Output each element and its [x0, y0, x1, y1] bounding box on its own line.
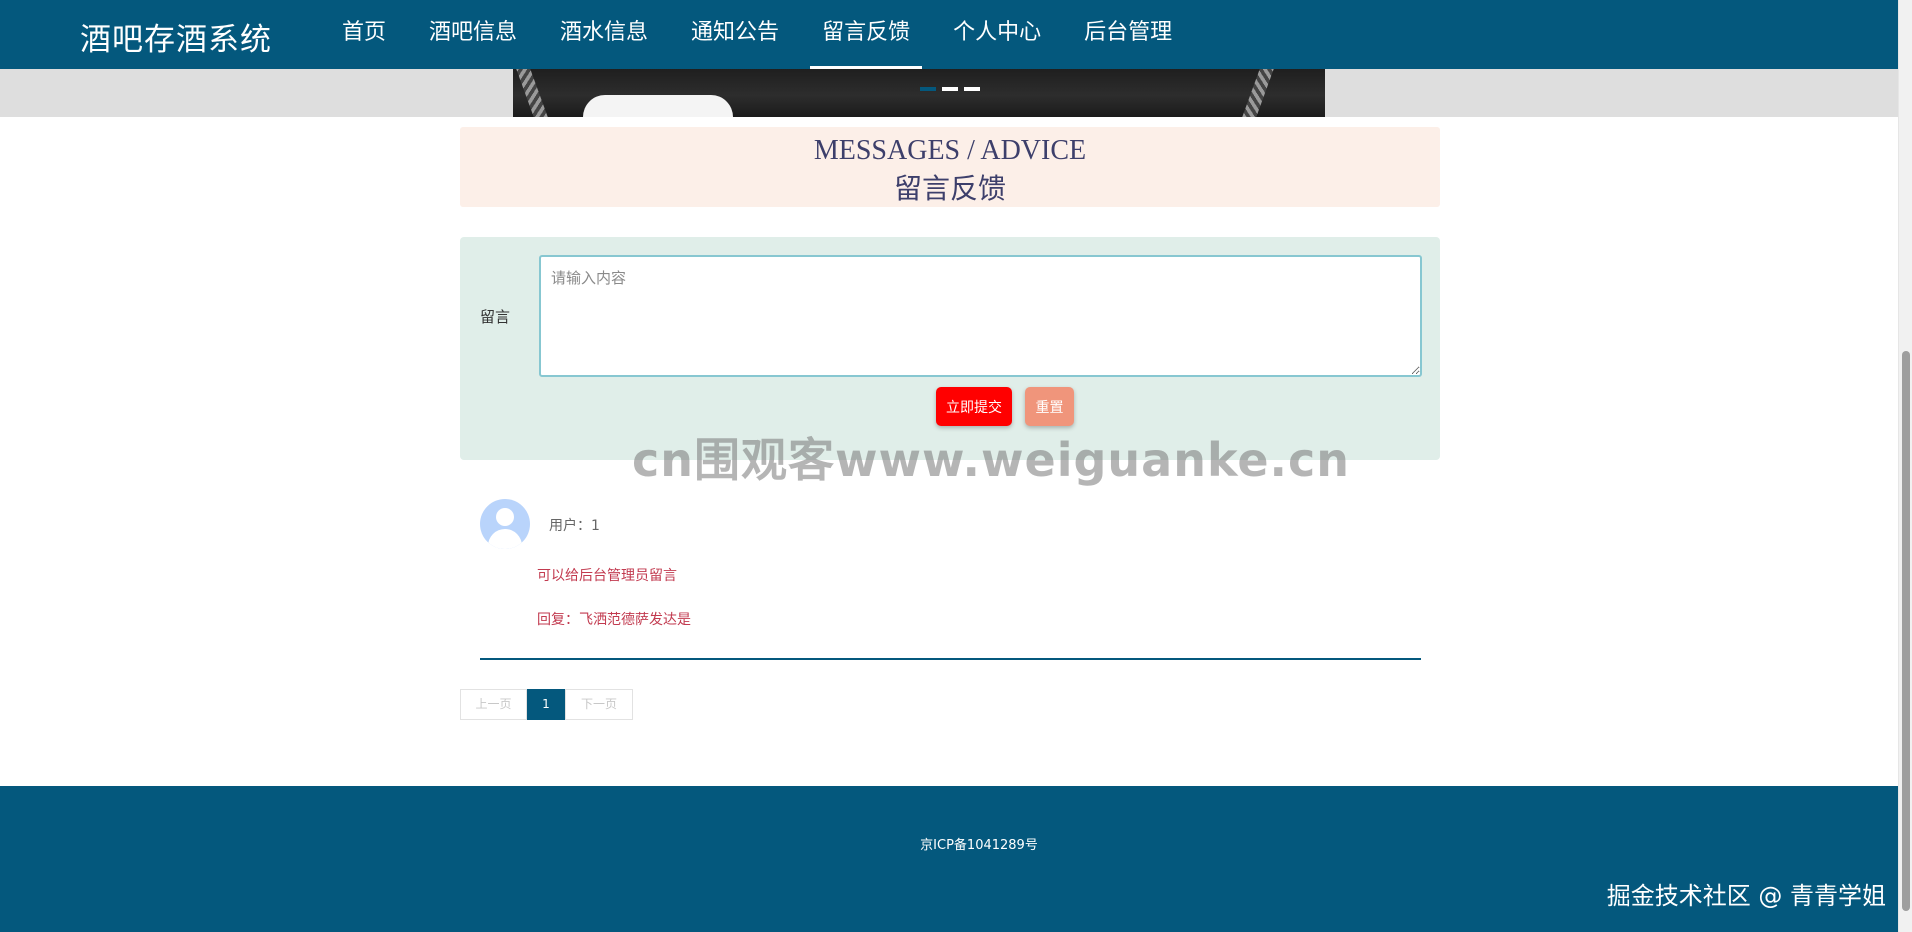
- scrollbar-thumb[interactable]: [1902, 351, 1910, 911]
- carousel-indicator-1[interactable]: [920, 87, 936, 91]
- section-title-en: MESSAGES / ADVICE: [813, 135, 1087, 166]
- footer: 京ICP备1041289号 掘金技术社区 @ 青青学姐: [0, 786, 1898, 932]
- banner-carousel: [0, 69, 1898, 117]
- banner-image-detail: [516, 69, 548, 117]
- nav-item-notices[interactable]: 通知公告: [679, 0, 791, 69]
- nav-item-drinks-info[interactable]: 酒水信息: [548, 0, 660, 69]
- comment-reply: 回复：飞洒范德萨发达是: [537, 612, 691, 628]
- carousel-indicators: [920, 87, 980, 91]
- pagination: 上一页 1 下一页: [460, 689, 633, 720]
- section-title-box: MESSAGES / ADVICE 留言反馈: [460, 127, 1440, 207]
- message-form: 留言 立即提交 重置: [460, 237, 1440, 460]
- next-page-button[interactable]: 下一页: [565, 689, 633, 720]
- nav-item-feedback[interactable]: 留言反馈: [810, 0, 923, 69]
- footer-icp: 京ICP备1041289号: [920, 838, 1038, 853]
- message-textarea[interactable]: [539, 255, 1422, 377]
- user-avatar-icon: [480, 499, 530, 549]
- comment-content: 可以给后台管理员留言: [537, 568, 677, 584]
- carousel-indicator-3[interactable]: [964, 87, 980, 91]
- prev-page-button[interactable]: 上一页: [460, 689, 527, 720]
- nav-item-personal-center[interactable]: 个人中心: [941, 0, 1053, 69]
- submit-button[interactable]: 立即提交: [936, 387, 1012, 426]
- page: 酒吧存酒系统 首页 酒吧信息 酒水信息 通知公告 留言反馈 个人中心 后台管理 …: [0, 0, 1912, 932]
- nav-item-admin[interactable]: 后台管理: [1072, 0, 1184, 69]
- nav-item-home[interactable]: 首页: [330, 0, 398, 69]
- community-watermark: 掘金技术社区 @ 青青学姐: [1606, 882, 1886, 910]
- reset-button[interactable]: 重置: [1025, 387, 1074, 426]
- comment-item: 用户：1 可以给后台管理员留言 回复：飞洒范德萨发达是: [480, 497, 1421, 660]
- site-brand[interactable]: 酒吧存酒系统: [80, 14, 272, 59]
- top-navbar: 酒吧存酒系统 首页 酒吧信息 酒水信息 通知公告 留言反馈 个人中心 后台管理: [0, 0, 1898, 69]
- message-label: 留言: [480, 308, 511, 326]
- page-number-button[interactable]: 1: [527, 689, 565, 720]
- nav-menu: 首页 酒吧信息 酒水信息 通知公告 留言反馈 个人中心 后台管理: [330, 0, 1203, 69]
- section-title-cn: 留言反馈: [893, 172, 1006, 205]
- banner-image: [513, 69, 1325, 117]
- comment-user: 用户：1: [549, 518, 600, 534]
- page-scrollbar[interactable]: [1898, 0, 1912, 932]
- nav-item-bar-info[interactable]: 酒吧信息: [417, 0, 529, 69]
- carousel-indicator-2[interactable]: [942, 87, 958, 91]
